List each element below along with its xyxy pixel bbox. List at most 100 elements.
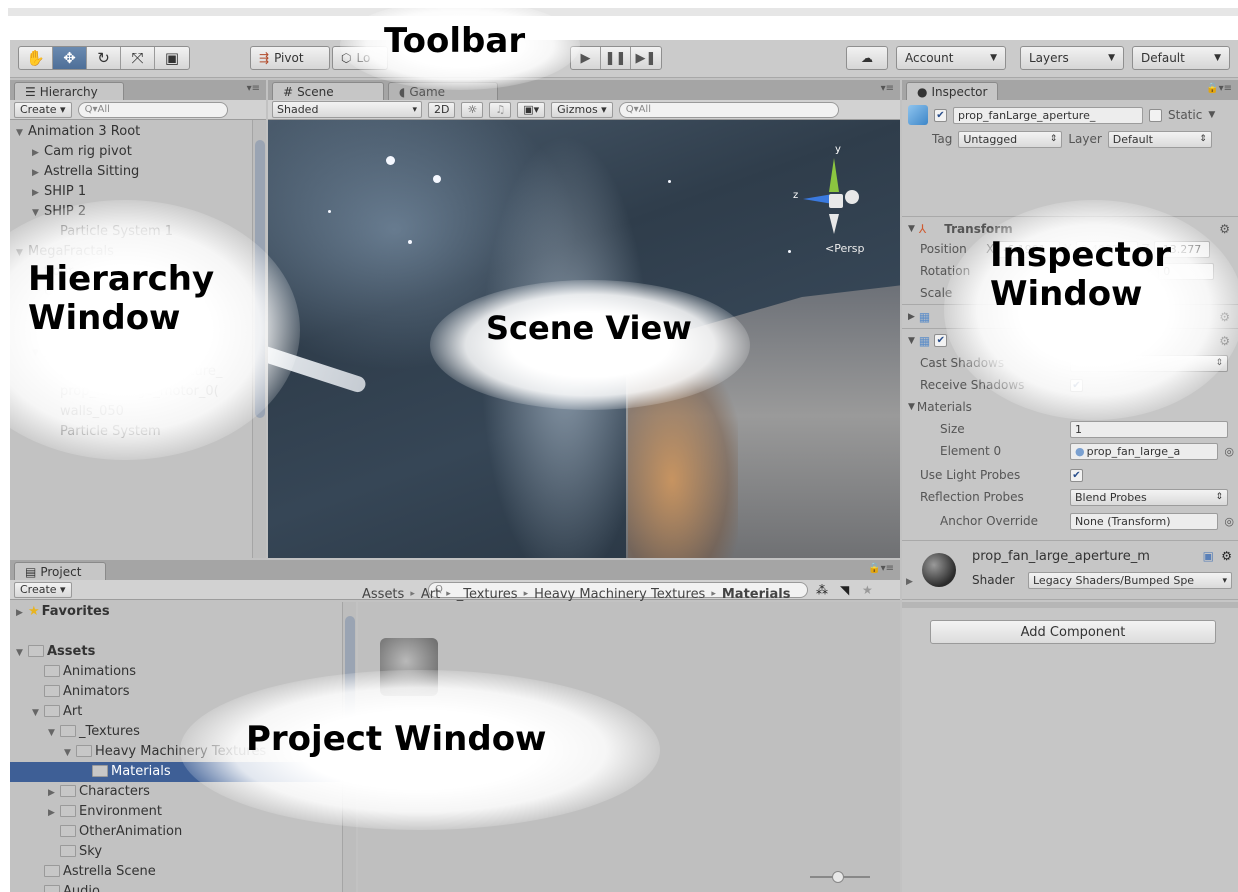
reflection-probes-dropdown[interactable]: Blend Probes ⇕ [1070, 488, 1228, 506]
favorite-star-icon[interactable]: ★ [862, 583, 873, 597]
project-tree-item[interactable]: ▶ Environment [10, 802, 162, 822]
shader-dropdown[interactable]: Legacy Shaders/Bumped Spe ▾ [1028, 572, 1232, 589]
move-tool-icon[interactable]: ✥ [53, 47, 87, 69]
object-picker-icon[interactable]: ◎ [1224, 445, 1234, 458]
hierarchy-scrollbar[interactable] [252, 120, 266, 558]
tab-project[interactable]: ▤ Project [14, 562, 106, 580]
hierarchy-item[interactable]: ▼ SHIP 2 [10, 202, 86, 222]
hierarchy-item[interactable]: ▼ Animation 3 Root [10, 122, 140, 142]
project-tree-item[interactable]: ▼ Assets [10, 642, 95, 662]
project-tree-item[interactable]: Animators [10, 682, 130, 702]
collapsed-arrow-icon[interactable]: ▶ [32, 143, 44, 163]
element0-input[interactable]: ● prop_fan_large_a [1070, 442, 1218, 460]
hierarchy-search-input[interactable]: Q▾All [77, 101, 228, 118]
cloud-button[interactable]: ☁ [846, 46, 888, 70]
project-tree-item[interactable]: ▼ _Textures [10, 722, 140, 742]
project-tree-item[interactable]: Materials [10, 762, 340, 782]
expanded-arrow-icon[interactable]: ▼ [48, 723, 60, 743]
expanded-arrow-icon[interactable]: ▼ [16, 123, 28, 143]
panel-menu-icon[interactable]: ▾≡ [881, 83, 894, 94]
mesh-renderer-header[interactable]: ▼ ▦ ✔ ⚙ [902, 328, 1238, 352]
scale-tool-icon[interactable]: ⤧ [121, 47, 155, 69]
tab-scene[interactable]: # Scene [272, 82, 384, 100]
settings-gear-icon[interactable]: ⚙ [1221, 549, 1232, 563]
add-component-button[interactable]: Add Component [930, 620, 1216, 644]
gizmo-center[interactable] [829, 194, 843, 208]
collapsed-arrow-icon[interactable]: ▶ [16, 603, 28, 623]
collapsed-arrow-icon[interactable]: ▶ [48, 803, 60, 823]
project-tree-item[interactable]: Animations [10, 662, 136, 682]
collapsed-arrow-icon[interactable]: ▶ [48, 783, 60, 803]
expanded-arrow-icon[interactable]: ▼ [32, 203, 44, 223]
hierarchy-item[interactable]: ▶ Cam rig pivot [10, 142, 132, 162]
hierarchy-item[interactable]: Particle System 1 [10, 222, 173, 242]
hierarchy-item[interactable]: prop_fanLarge_motor_0( [10, 382, 219, 402]
lock-icon[interactable]: 🔒▾≡ [1206, 83, 1232, 94]
breadcrumb-item[interactable]: Heavy Machinery Textures [534, 587, 705, 602]
breadcrumb-item[interactable]: Art [421, 587, 440, 602]
help-icon[interactable]: ▣ [1203, 549, 1214, 563]
lock-icon[interactable]: 🔒▾≡ [868, 563, 894, 574]
zoom-slider-thumb[interactable] [832, 871, 844, 883]
gizmo-y-axis[interactable] [829, 158, 839, 192]
hierarchy-item[interactable]: prop_fanLarge_aperture_ [10, 362, 222, 382]
orientation-gizmo[interactable]: y z <Persp [783, 144, 873, 260]
foldout-icon[interactable]: ▶ [906, 577, 913, 587]
lighting-toggle-icon[interactable]: ☼ [461, 101, 484, 118]
pause-icon[interactable]: ❚❚ [601, 47, 631, 69]
pivot-toggle[interactable]: ⇶ Pivot [250, 46, 330, 70]
gizmo-x-axis[interactable] [845, 190, 859, 204]
project-tree-item[interactable]: ▼ Art [10, 702, 82, 722]
settings-gear-icon[interactable]: ⚙ [1219, 222, 1230, 236]
breadcrumb-item[interactable]: Assets [362, 587, 404, 602]
hand-tool-icon[interactable]: ✋ [19, 47, 53, 69]
local-toggle[interactable]: ⬡ Lo [332, 46, 388, 70]
static-checkbox[interactable] [1149, 108, 1162, 122]
renderer-enabled-checkbox[interactable]: ✔ [934, 334, 948, 347]
2d-toggle[interactable]: 2D [428, 101, 456, 118]
project-tree-item[interactable]: ▶ Characters [10, 782, 150, 802]
project-tree-item[interactable]: Sky [10, 842, 102, 862]
collapsed-arrow-icon[interactable]: ▶ [32, 163, 44, 183]
account-dropdown[interactable]: Account ▼ [896, 46, 1006, 70]
expanded-arrow-icon[interactable]: ▼ [64, 743, 76, 763]
collapsed-arrow-icon[interactable]: ▶ [32, 183, 44, 203]
hierarchy-item[interactable]: Particle System [10, 422, 161, 442]
shading-mode-dropdown[interactable]: Shaded ▾ [272, 101, 422, 118]
tag-dropdown[interactable]: Untagged ⇕ [958, 130, 1063, 148]
gizmos-dropdown[interactable]: Gizmos ▾ [551, 101, 613, 118]
settings-gear-icon[interactable]: ⚙ [1219, 334, 1230, 348]
project-tree-item[interactable]: ▶ ★ Favorites [10, 602, 110, 622]
audio-toggle-icon[interactable]: ♫ [489, 101, 512, 118]
tab-hierarchy[interactable]: ☰ Hierarchy [14, 82, 124, 100]
panel-menu-icon[interactable]: ▾≡ [247, 83, 260, 94]
project-tree-item[interactable]: OtherAnimation [10, 822, 182, 842]
object-name-input[interactable]: prop_fanLarge_aperture_ [953, 106, 1143, 124]
rect-tool-icon[interactable]: ▣ [155, 47, 189, 69]
size-input[interactable]: 1 [1070, 420, 1228, 438]
materials-row[interactable]: ▼ Materials [902, 396, 1238, 418]
project-tree-item[interactable]: Audio [10, 882, 100, 892]
breadcrumb-item[interactable]: Materials [722, 587, 791, 602]
settings-gear-icon[interactable]: ⚙ [1219, 310, 1230, 324]
expanded-arrow-icon[interactable]: ▼ [32, 703, 44, 723]
hierarchy-item[interactable]: ▼ Jet Fan 1 [10, 342, 100, 362]
cast-shadows-dropdown[interactable]: ⇕ [1070, 354, 1228, 372]
layout-dropdown[interactable]: Default ▼ [1132, 46, 1230, 70]
chevron-down-icon[interactable]: ▼ [1208, 110, 1215, 120]
expanded-arrow-icon[interactable]: ▼ [16, 243, 28, 263]
persp-label[interactable]: <Persp [825, 242, 864, 255]
project-tree-item[interactable]: ▼ Heavy Machinery Textures [10, 742, 266, 762]
play-icon[interactable]: ▶ [571, 47, 601, 69]
expanded-arrow-icon[interactable]: ▼ [32, 343, 44, 363]
active-checkbox[interactable]: ✔ [934, 108, 947, 122]
gizmo-neg-y[interactable] [829, 214, 839, 234]
hierarchy-item[interactable]: walls_050 [10, 402, 124, 422]
project-tree-item[interactable]: Astrella Scene [10, 862, 156, 882]
hierarchy-item[interactable]: ▶ Astrella Sitting [10, 162, 139, 182]
tab-inspector[interactable]: ● Inspector [906, 82, 998, 100]
filter-by-label-icon[interactable]: ◥ [840, 583, 849, 597]
layers-dropdown[interactable]: Layers ▼ [1020, 46, 1124, 70]
receive-shadows-checkbox[interactable]: ✔ [1070, 378, 1083, 392]
breadcrumb-item[interactable]: _Textures [457, 587, 518, 602]
